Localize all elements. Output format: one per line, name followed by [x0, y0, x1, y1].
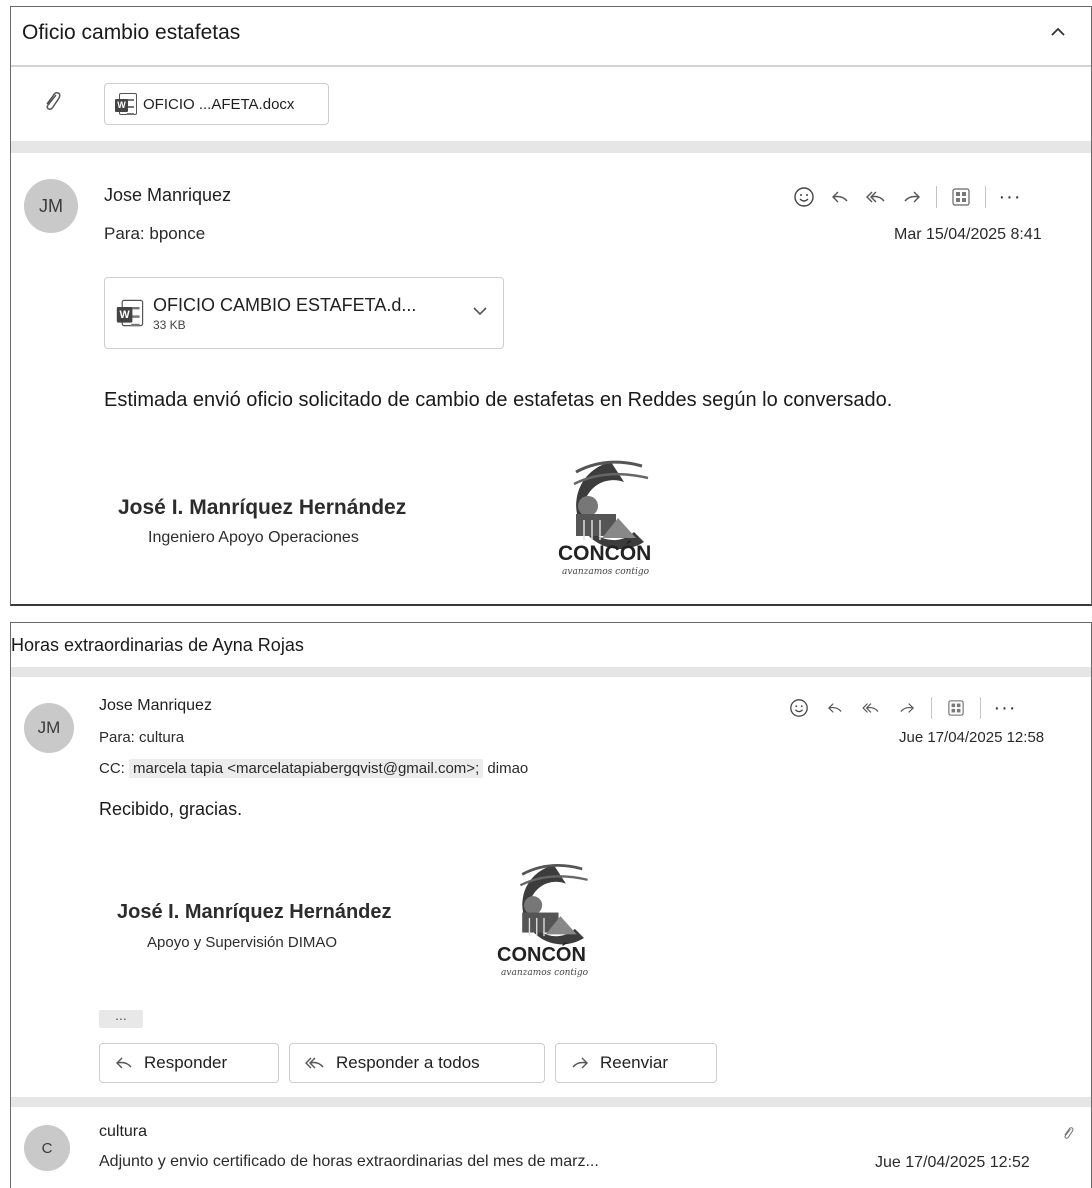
- forward-button[interactable]: [889, 695, 925, 721]
- emoji-icon: [790, 699, 808, 717]
- word-doc-icon: W: [116, 299, 144, 327]
- attachment-details: OFICIO CAMBIO ESTAFETA.d... 33 KB: [153, 295, 416, 332]
- divider: [11, 141, 1091, 153]
- chevron-down-icon[interactable]: [471, 304, 489, 323]
- chevron-up-icon: [1051, 27, 1065, 36]
- emoji-button[interactable]: [781, 695, 817, 721]
- thread-subject: Horas extraordinarias de Ayna Rojas: [11, 635, 304, 655]
- avatar[interactable]: C: [24, 1125, 70, 1171]
- message-date: Mar 15/04/2025 8:41: [894, 226, 1042, 243]
- message-preview: Adjunto y envio certificado de horas ext…: [99, 1153, 599, 1170]
- logo-wordmark: CONCÓN: [558, 542, 652, 565]
- avatar[interactable]: JM: [24, 179, 78, 233]
- thread-oficio-cambio-estafetas: Oficio cambio estafetas W OFICIO ...AFET…: [10, 6, 1092, 606]
- attachment-chip-label: OFICIO ...AFETA.docx: [143, 95, 295, 113]
- apps-icon: [948, 700, 964, 716]
- message-date: Jue 17/04/2025 12:52: [875, 1154, 1030, 1171]
- divider: [985, 186, 986, 208]
- divider: [936, 186, 937, 208]
- reply-all-icon: [305, 1057, 324, 1069]
- message-actions: ···: [786, 184, 1028, 210]
- more-icon[interactable]: ···: [987, 695, 1023, 721]
- emoji-icon: [794, 187, 814, 207]
- reply-icon: [828, 703, 842, 713]
- attachment-name: OFICIO CAMBIO ESTAFETA.d...: [153, 294, 417, 315]
- apps-button[interactable]: [943, 184, 979, 210]
- recipient[interactable]: bponce: [149, 224, 205, 243]
- attachment-chip[interactable]: W OFICIO ...AFETA.docx: [104, 83, 329, 125]
- logo-wordmark: CONCÓN: [497, 944, 586, 966]
- reply-all-button[interactable]: [853, 695, 889, 721]
- avatar[interactable]: JM: [24, 703, 74, 753]
- reply-label: Responder: [144, 1053, 228, 1072]
- reply-icon: [116, 1057, 132, 1069]
- emoji-button[interactable]: [786, 184, 822, 210]
- forward-icon: [904, 191, 920, 203]
- concon-logo: CONCÓN avanzamos contigo: [546, 454, 676, 594]
- word-doc-icon: W: [115, 93, 137, 115]
- cc-line: CC: marcela tapia <marcelatapiabergqvist…: [99, 759, 528, 778]
- concon-logo: CONCÓN avanzamos contigo: [489, 858, 619, 998]
- divider: [11, 65, 1091, 67]
- forward-button[interactable]: [894, 184, 930, 210]
- reply-button[interactable]: [822, 184, 858, 210]
- message-actions: ···: [781, 695, 1023, 721]
- recipient[interactable]: cultura: [139, 729, 184, 746]
- reply-button[interactable]: Responder: [99, 1043, 279, 1083]
- show-quoted-text-button[interactable]: ...: [99, 1008, 143, 1028]
- signature-name: José I. Manríquez Hernández: [118, 496, 407, 519]
- sender-name: cultura: [99, 1123, 148, 1140]
- message-date: Jue 17/04/2025 12:58: [899, 729, 1045, 746]
- message-body: Recibido, gracias.: [99, 799, 243, 819]
- cc-recipient[interactable]: marcela tapia <marcelatapiabergqvist@gma…: [129, 759, 484, 778]
- reply-all-button[interactable]: Responder a todos: [289, 1043, 545, 1083]
- signature-role: Apoyo y Supervisión DIMAO: [147, 934, 338, 951]
- attachment-size: 33 KB: [153, 317, 186, 332]
- divider: [980, 697, 981, 719]
- thread-subject: Oficio cambio estafetas: [22, 21, 241, 44]
- reply-all-label: Responder a todos: [336, 1053, 480, 1072]
- divider: [11, 1097, 1091, 1107]
- collapse-thread-button[interactable]: [1047, 21, 1069, 43]
- signature-name: José I. Manríquez Hernández: [117, 901, 392, 923]
- attachment-card[interactable]: W OFICIO CAMBIO ESTAFETA.d... 33 KB: [104, 277, 504, 349]
- forward-icon: [900, 703, 914, 713]
- forward-button[interactable]: Reenviar: [555, 1043, 717, 1083]
- apps-button[interactable]: [938, 695, 974, 721]
- apps-icon: [952, 188, 970, 206]
- paperclip-icon: [41, 89, 63, 118]
- to-label: Para:: [104, 224, 145, 243]
- reply-icon: [832, 191, 848, 203]
- reply-button[interactable]: [817, 695, 853, 721]
- reply-all-button[interactable]: [858, 184, 894, 210]
- recipient-line: Para: cultura: [99, 729, 184, 746]
- to-label: Para:: [99, 729, 135, 746]
- divider: [11, 667, 1091, 677]
- reply-all-icon: [862, 703, 879, 713]
- divider: [931, 697, 932, 719]
- cc-label: CC:: [99, 760, 125, 777]
- logo-tagline: avanzamos contigo: [501, 968, 589, 978]
- more-icon[interactable]: ···: [992, 184, 1028, 210]
- reply-all-icon: [866, 191, 885, 203]
- recipient-line: Para: bponce: [104, 224, 205, 244]
- cc-recipient[interactable]: dimao: [487, 760, 528, 777]
- sender-name[interactable]: Jose Manriquez: [104, 185, 231, 206]
- thread-horas-extraordinarias: Horas extraordinarias de Ayna Rojas JM J…: [10, 622, 1092, 1188]
- message-body: Estimada envió oficio solicitado de camb…: [104, 389, 893, 411]
- paperclip-icon: [1061, 1125, 1075, 1146]
- sender-name[interactable]: Jose Manriquez: [99, 697, 212, 715]
- logo-tagline: avanzamos contigo: [562, 567, 650, 577]
- forward-label: Reenviar: [600, 1053, 669, 1072]
- concon-logo-mark: [519, 864, 588, 945]
- signature-role: Ingeniero Apoyo Operaciones: [148, 529, 359, 546]
- forward-icon: [572, 1057, 588, 1069]
